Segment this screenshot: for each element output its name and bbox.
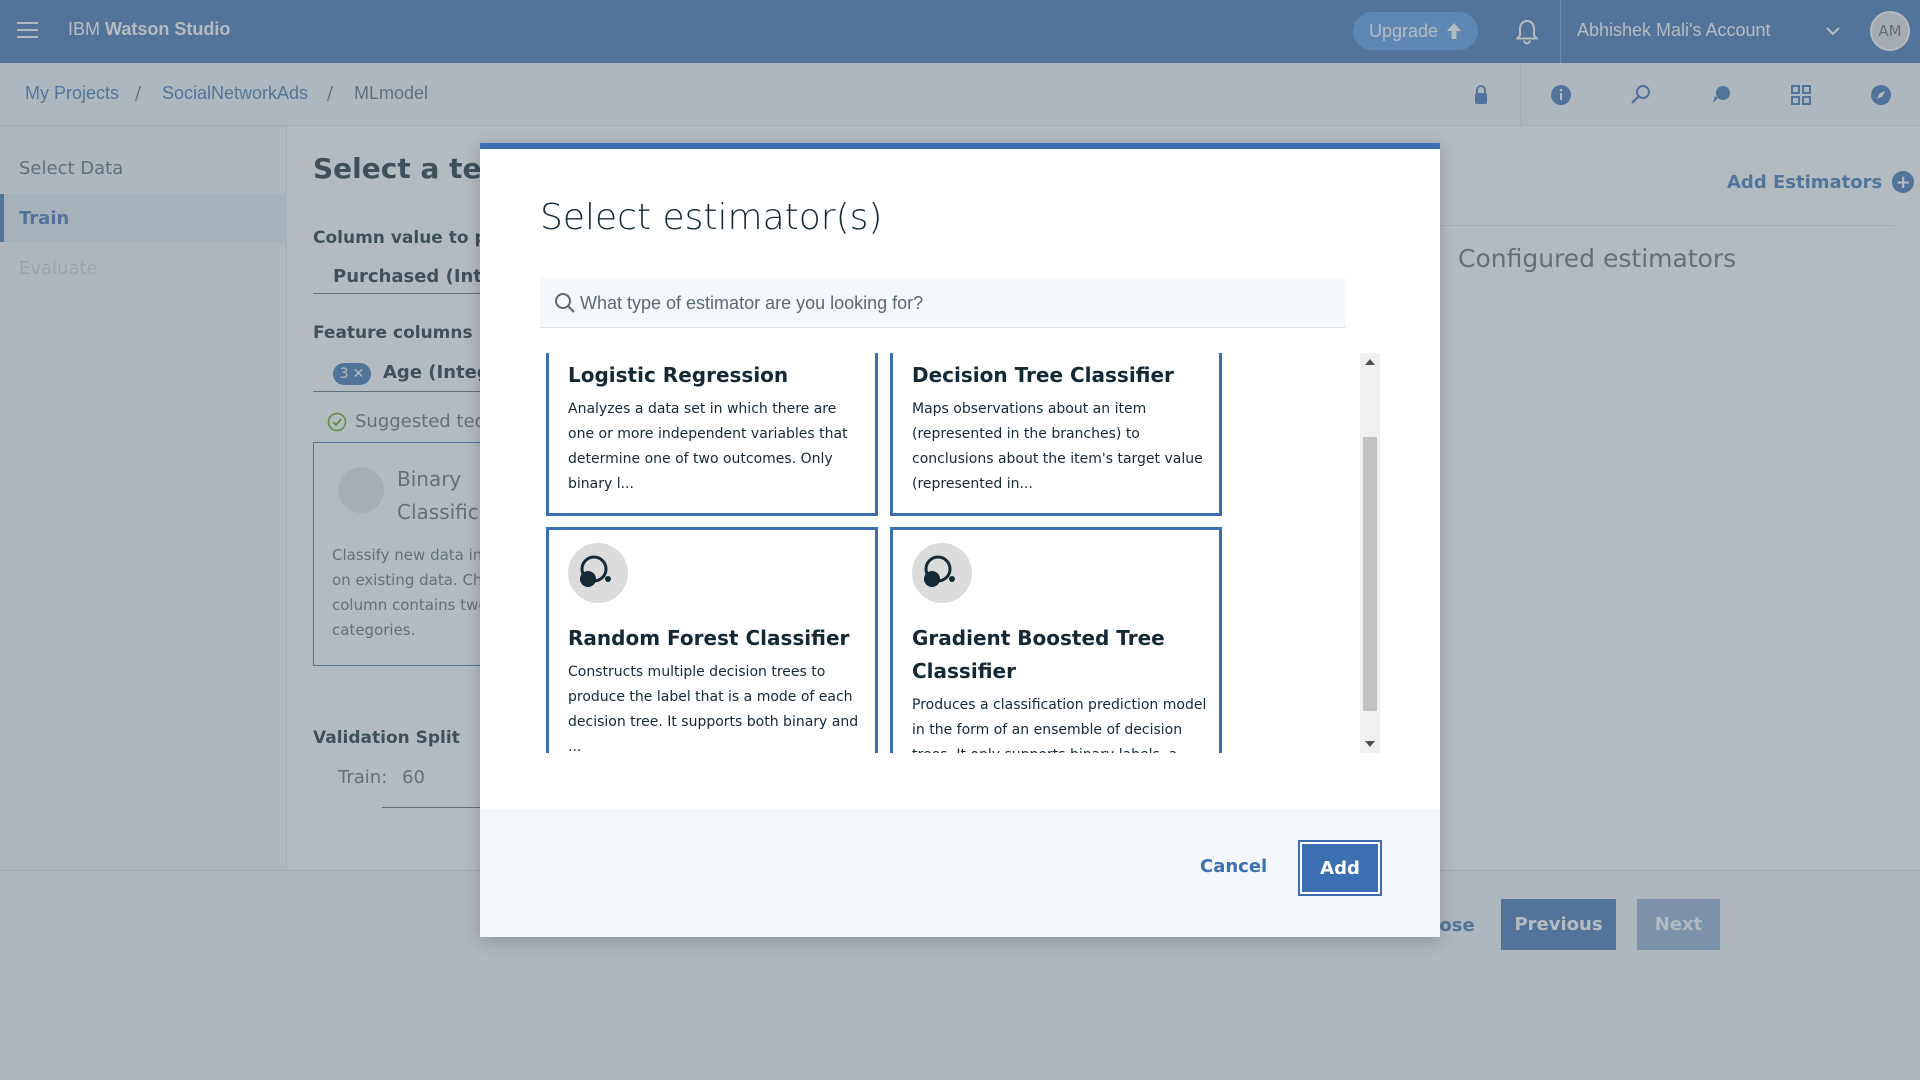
estimator-graph-icon	[924, 555, 955, 587]
estimator-title: Decision Tree Classifier	[912, 363, 1174, 387]
scroll-up-arrow-icon[interactable]	[1360, 353, 1380, 371]
estimator-card-gradient-boosted[interactable]: Gradient Boosted Tree Classifier Produce…	[890, 527, 1222, 753]
estimator-model-icon	[912, 543, 972, 603]
search-icon	[555, 293, 575, 313]
scrollbar-thumb[interactable]	[1363, 437, 1377, 711]
estimator-description: Produces a classification prediction mod…	[912, 697, 1207, 753]
estimator-description: Analyzes a data set in which there are o…	[568, 401, 848, 492]
estimator-title: Random Forest Classifier	[568, 626, 850, 650]
estimator-title: Logistic Regression	[568, 363, 789, 387]
add-button[interactable]: Add	[1298, 840, 1382, 896]
estimator-card-logistic-regression[interactable]: Logistic Regression Analyzes a data set …	[546, 353, 878, 516]
estimator-model-icon	[568, 543, 628, 603]
dialog-footer: Cancel Add	[480, 809, 1440, 937]
select-estimators-dialog: Select estimator(s) Logistic Regression …	[480, 143, 1440, 937]
estimator-description: Maps observations about an item (represe…	[912, 401, 1203, 492]
search-input[interactable]	[580, 278, 1340, 328]
dialog-title: Select estimator(s)	[540, 197, 883, 238]
estimator-list[interactable]: Logistic Regression Analyzes a data set …	[540, 353, 1380, 753]
estimator-list-scrollbar[interactable]	[1360, 353, 1380, 753]
estimator-graph-icon	[580, 555, 611, 587]
cancel-button[interactable]: Cancel	[1200, 856, 1267, 877]
estimator-description: Constructs multiple decision trees to pr…	[568, 664, 859, 753]
scroll-down-arrow-icon[interactable]	[1360, 735, 1380, 753]
estimator-search[interactable]	[540, 278, 1346, 328]
estimator-card-decision-tree[interactable]: Decision Tree Classifier Maps observatio…	[890, 353, 1222, 516]
estimator-card-random-forest[interactable]: Random Forest Classifier Constructs mult…	[546, 527, 878, 753]
estimator-title: Gradient Boosted Tree Classifier	[912, 626, 1165, 683]
